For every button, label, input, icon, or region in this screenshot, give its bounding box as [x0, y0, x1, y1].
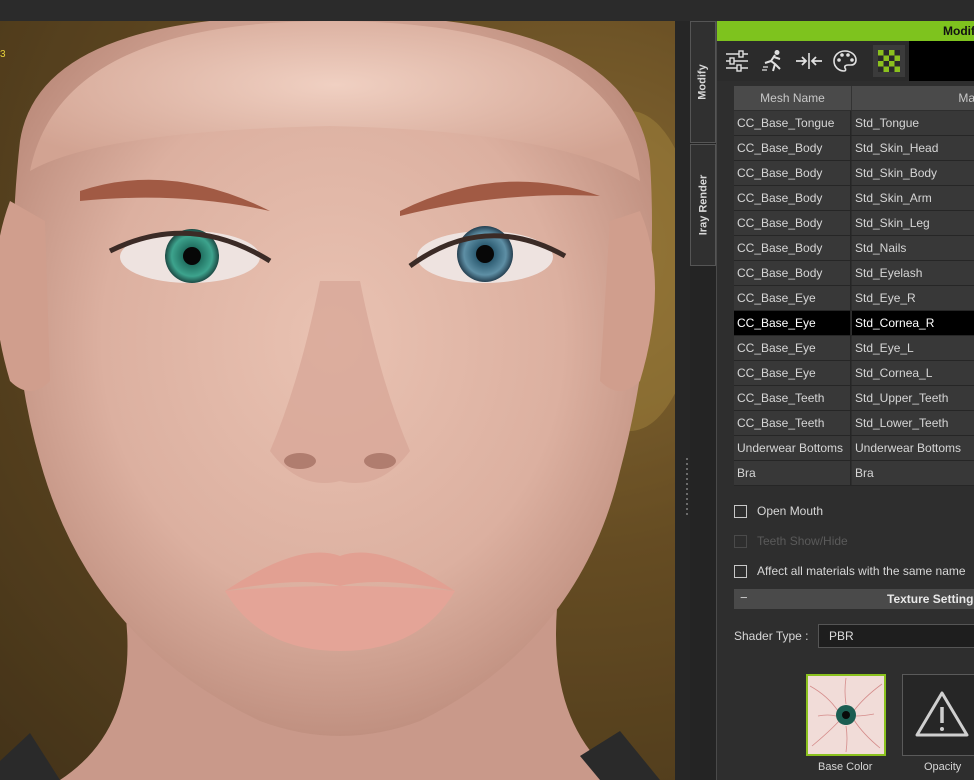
palette-icon[interactable]: [829, 45, 861, 77]
base-color-texture-slot[interactable]: [806, 674, 886, 756]
material-name-cell: Std_Skin_Arm: [852, 186, 974, 210]
character-face-render: [0, 21, 675, 780]
table-row[interactable]: Bra Bra: [734, 461, 974, 486]
mesh-name-cell: CC_Base_Body: [734, 136, 851, 160]
open-mouth-checkbox[interactable]: [734, 505, 747, 518]
panel-toolbar: [717, 41, 974, 81]
table-row[interactable]: CC_Base_Body Std_Skin_Leg: [734, 211, 974, 236]
column-header-material[interactable]: Ma: [852, 86, 974, 110]
mesh-name-cell: CC_Base_Eye: [734, 361, 851, 385]
mesh-name-cell: CC_Base_Body: [734, 186, 851, 210]
column-header-label: Ma: [958, 91, 974, 105]
affect-all-checkbox[interactable]: [734, 565, 747, 578]
mesh-name-cell: CC_Base_Tongue: [734, 111, 851, 135]
teeth-show-hide-checkbox[interactable]: [734, 535, 747, 548]
table-row[interactable]: CC_Base_Body Std_Skin_Arm: [734, 186, 974, 211]
mesh-name-cell: CC_Base_Body: [734, 211, 851, 235]
material-name-cell: Std_Nails: [852, 236, 974, 260]
tab-iray-render-label: Iray Render: [697, 174, 709, 236]
material-name-cell: Std_Eyelash: [852, 261, 974, 285]
table-row[interactable]: CC_Base_Body Std_Eyelash: [734, 261, 974, 286]
base-color-label: Base Color: [818, 761, 873, 773]
motion-figure-icon[interactable]: [757, 45, 789, 77]
side-tab-strip: Modify Iray Render: [690, 21, 716, 780]
mesh-name-cell: CC_Base_Body: [734, 236, 851, 260]
table-row[interactable]: CC_Base_Body Std_Skin_Head: [734, 136, 974, 161]
texture-settings-title: Texture Settings: [887, 592, 974, 606]
material-name-cell: Std_Skin_Leg: [852, 211, 974, 235]
panel-splitter[interactable]: [675, 21, 690, 780]
mesh-name-cell: CC_Base_Body: [734, 161, 851, 185]
material-name-cell: Std_Eye_R: [852, 286, 974, 310]
panel-header: Modif: [717, 21, 974, 41]
table-row[interactable]: CC_Base_Teeth Std_Lower_Teeth: [734, 411, 974, 436]
shader-type-select[interactable]: PBR: [818, 624, 974, 648]
modify-panel: Modif Mesh Name Ma CC_Base_Tongue Std_To…: [716, 21, 974, 780]
tab-iray-render[interactable]: Iray Render: [690, 144, 716, 266]
tab-modify[interactable]: Modify: [690, 21, 716, 143]
base-color-thumbnail: [808, 676, 884, 754]
mesh-name-cell: CC_Base_Eye: [734, 336, 851, 360]
3d-viewport[interactable]: 3: [0, 21, 675, 780]
table-row[interactable]: CC_Base_Teeth Std_Upper_Teeth: [734, 386, 974, 411]
table-row[interactable]: CC_Base_Eye Std_Cornea_L: [734, 361, 974, 386]
texture-settings-header[interactable]: − Texture Settings: [734, 589, 974, 609]
toolbar-spacer: [909, 41, 974, 81]
table-row[interactable]: CC_Base_Eye Std_Cornea_R: [734, 311, 974, 336]
warning-icon: [915, 691, 969, 737]
sliders-icon[interactable]: [721, 45, 753, 77]
mesh-name-cell: CC_Base_Teeth: [734, 411, 851, 435]
material-name-cell: Std_Cornea_R: [852, 311, 974, 335]
table-row[interactable]: CC_Base_Eye Std_Eye_L: [734, 336, 974, 361]
table-row[interactable]: CC_Base_Eye Std_Eye_R: [734, 286, 974, 311]
material-name-cell: Underwear Bottoms: [852, 436, 974, 460]
material-name-cell: Std_Skin_Body: [852, 161, 974, 185]
affect-all-label: Affect all materials with the same name: [757, 564, 966, 578]
table-row[interactable]: CC_Base_Tongue Std_Tongue: [734, 111, 974, 136]
mesh-name-cell: Bra: [734, 461, 851, 485]
opacity-label: Opacity: [924, 761, 962, 773]
top-bar: [0, 0, 974, 21]
mesh-name-cell: CC_Base_Eye: [734, 286, 851, 310]
viewport-corner-marker: 3: [0, 49, 6, 60]
shader-type-label: Shader Type :: [734, 629, 809, 643]
table-row[interactable]: CC_Base_Body Std_Skin_Body: [734, 161, 974, 186]
material-name-cell: Std_Skin_Head: [852, 136, 974, 160]
arrows-inward-icon[interactable]: [793, 45, 825, 77]
mesh-name-cell: Underwear Bottoms: [734, 436, 851, 460]
table-row[interactable]: Underwear Bottoms Underwear Bottoms: [734, 436, 974, 461]
shader-type-value: PBR: [829, 629, 854, 643]
panel-title: Modif: [943, 24, 974, 38]
column-header-mesh-name[interactable]: Mesh Name: [734, 86, 852, 110]
teeth-show-hide-label: Teeth Show/Hide: [757, 534, 848, 548]
material-name-cell: Std_Cornea_L: [852, 361, 974, 385]
material-name-cell: Std_Upper_Teeth: [852, 386, 974, 410]
table-row[interactable]: CC_Base_Body Std_Nails: [734, 236, 974, 261]
collapse-icon[interactable]: −: [740, 590, 748, 605]
mesh-name-cell: CC_Base_Teeth: [734, 386, 851, 410]
material-name-cell: Std_Lower_Teeth: [852, 411, 974, 435]
material-name-cell: Std_Eye_L: [852, 336, 974, 360]
material-name-cell: Std_Tongue: [852, 111, 974, 135]
material-name-cell: Bra: [852, 461, 974, 485]
mesh-name-cell: CC_Base_Eye: [734, 311, 851, 335]
opacity-texture-slot[interactable]: [902, 674, 974, 756]
open-mouth-label: Open Mouth: [757, 504, 824, 518]
splitter-grip[interactable]: [686, 458, 688, 518]
column-header-label: Mesh Name: [760, 91, 825, 105]
tab-modify-label: Modify: [697, 64, 710, 100]
checker-texture-icon[interactable]: [873, 45, 905, 77]
mesh-name-cell: CC_Base_Body: [734, 261, 851, 285]
